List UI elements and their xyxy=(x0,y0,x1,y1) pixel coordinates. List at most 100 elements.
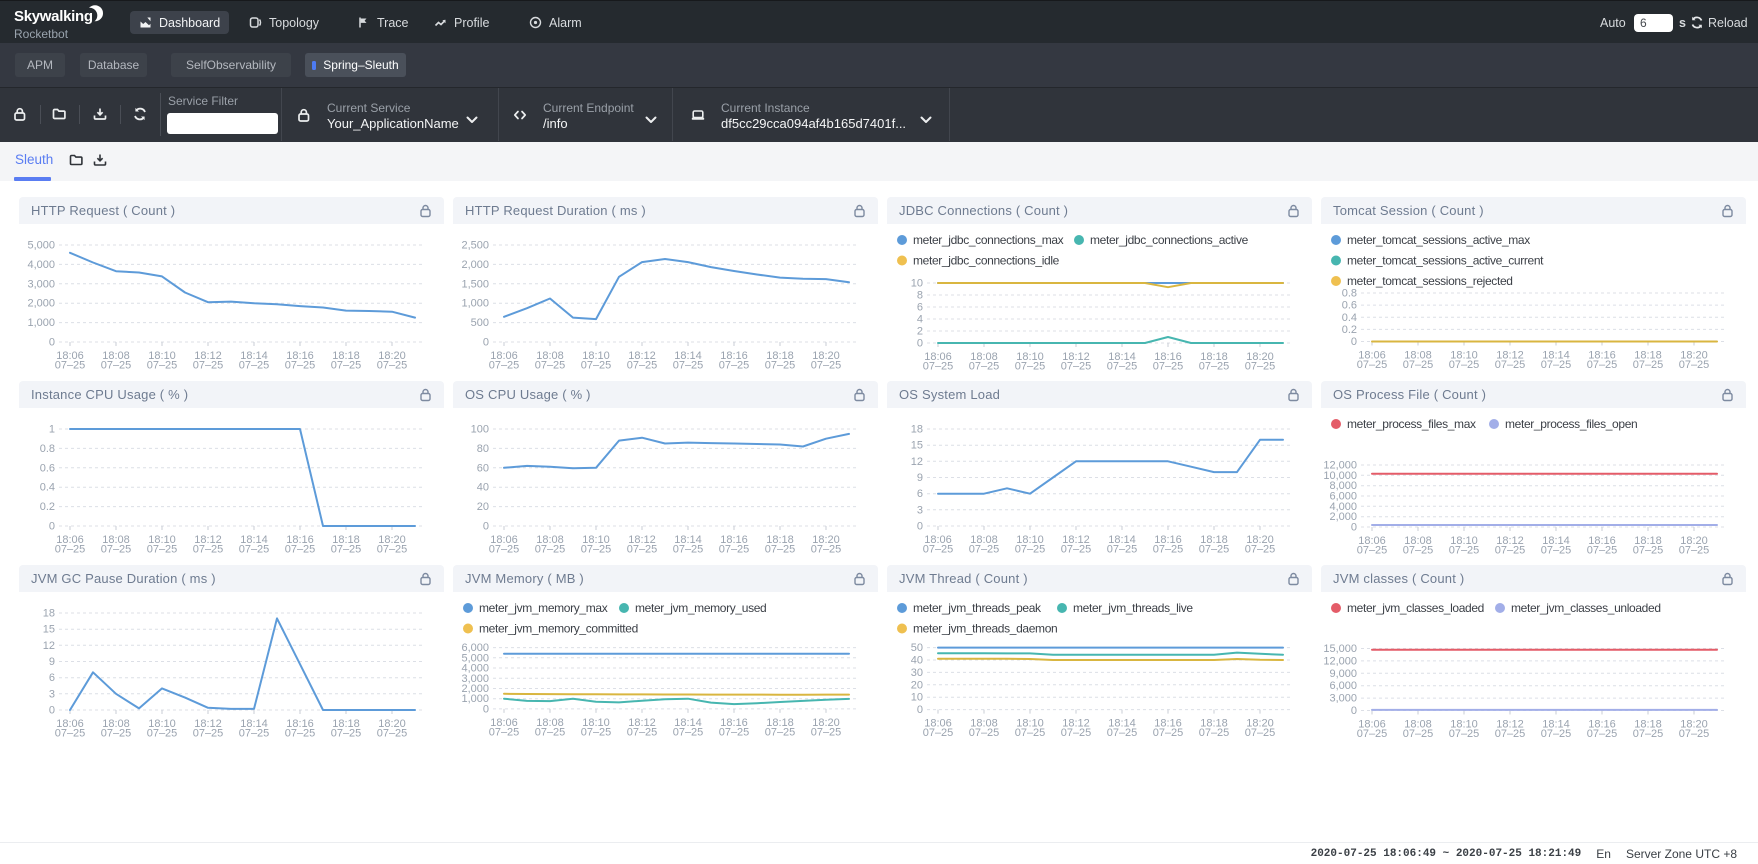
svg-text:0: 0 xyxy=(1351,336,1357,348)
svg-text:5,000: 5,000 xyxy=(27,240,55,252)
svg-text:18:1407–25: 18:1407–25 xyxy=(1107,351,1138,373)
svg-text:0.6: 0.6 xyxy=(1342,300,1357,312)
svg-text:8: 8 xyxy=(917,290,923,302)
svg-text:18:1007–25: 18:1007–25 xyxy=(581,534,612,556)
svg-text:18:1807–25: 18:1807–25 xyxy=(1199,534,1230,556)
svg-text:50: 50 xyxy=(911,642,923,654)
svg-text:18:0607–25: 18:0607–25 xyxy=(1357,535,1388,557)
svg-text:18:1207–25: 18:1207–25 xyxy=(627,534,658,556)
svg-text:0.4: 0.4 xyxy=(1342,312,1357,324)
svg-text:6: 6 xyxy=(49,672,55,684)
svg-text:18:1807–25: 18:1807–25 xyxy=(1199,718,1230,740)
svg-text:18:1207–25: 18:1207–25 xyxy=(193,718,224,740)
svg-text:meter_jvm_threads_live: meter_jvm_threads_live xyxy=(1073,601,1193,615)
svg-text:meter_jvm_threads_peak: meter_jvm_threads_peak xyxy=(913,601,1042,615)
svg-text:18:1207–25: 18:1207–25 xyxy=(627,717,658,739)
svg-text:18:0807–25: 18:0807–25 xyxy=(535,350,566,372)
svg-text:18:2007–25: 18:2007–25 xyxy=(811,717,842,739)
svg-text:18:1807–25: 18:1807–25 xyxy=(765,534,796,556)
svg-text:18:1807–25: 18:1807–25 xyxy=(331,350,362,372)
svg-text:18:0607–25: 18:0607–25 xyxy=(489,350,520,372)
svg-text:18:0607–25: 18:0607–25 xyxy=(489,534,520,556)
svg-text:18:0807–25: 18:0807–25 xyxy=(969,351,1000,373)
svg-text:18:0807–25: 18:0807–25 xyxy=(535,534,566,556)
svg-text:18:1407–25: 18:1407–25 xyxy=(239,350,270,372)
svg-text:0: 0 xyxy=(49,705,55,717)
svg-text:40: 40 xyxy=(911,655,923,667)
svg-text:1,000: 1,000 xyxy=(461,298,489,310)
svg-text:1,000: 1,000 xyxy=(27,317,55,329)
svg-text:18:1807–25: 18:1807–25 xyxy=(331,718,362,740)
svg-text:12,000: 12,000 xyxy=(1323,655,1357,667)
svg-text:18:1807–25: 18:1807–25 xyxy=(331,534,362,556)
svg-text:18:1007–25: 18:1007–25 xyxy=(1449,535,1480,557)
svg-text:18:0607–25: 18:0607–25 xyxy=(1357,719,1388,741)
svg-text:18:1007–25: 18:1007–25 xyxy=(1449,350,1480,372)
svg-text:18:1607–25: 18:1607–25 xyxy=(1153,718,1184,740)
svg-text:18:2007–25: 18:2007–25 xyxy=(1679,350,1710,372)
svg-text:0.8: 0.8 xyxy=(1342,288,1357,300)
svg-text:18:2007–25: 18:2007–25 xyxy=(1245,718,1276,740)
svg-text:18:1007–25: 18:1007–25 xyxy=(147,718,178,740)
svg-text:18:1007–25: 18:1007–25 xyxy=(147,534,178,556)
svg-text:18:0807–25: 18:0807–25 xyxy=(1403,350,1434,372)
svg-text:18:1207–25: 18:1207–25 xyxy=(1061,718,1092,740)
svg-text:15,000: 15,000 xyxy=(1323,643,1357,655)
svg-text:12: 12 xyxy=(43,640,55,652)
svg-text:18:1807–25: 18:1807–25 xyxy=(1633,535,1664,557)
svg-text:18:0807–25: 18:0807–25 xyxy=(101,534,132,556)
svg-text:meter_process_files_max: meter_process_files_max xyxy=(1347,417,1476,431)
svg-text:18:1007–25: 18:1007–25 xyxy=(1015,718,1046,740)
svg-text:18:1007–25: 18:1007–25 xyxy=(581,350,612,372)
svg-text:18:1007–25: 18:1007–25 xyxy=(1015,534,1046,556)
svg-text:18:2007–25: 18:2007–25 xyxy=(1679,719,1710,741)
svg-text:60: 60 xyxy=(477,462,489,474)
svg-text:100: 100 xyxy=(471,424,489,436)
svg-text:meter_jvm_threads_daemon: meter_jvm_threads_daemon xyxy=(913,622,1057,636)
svg-text:18:0807–25: 18:0807–25 xyxy=(1403,719,1434,741)
svg-text:18:2007–25: 18:2007–25 xyxy=(811,534,842,556)
svg-text:1,500: 1,500 xyxy=(461,278,489,290)
svg-text:18:1407–25: 18:1407–25 xyxy=(1107,718,1138,740)
svg-text:18:1007–25: 18:1007–25 xyxy=(1449,719,1480,741)
svg-text:18:0807–25: 18:0807–25 xyxy=(1403,535,1434,557)
svg-text:9: 9 xyxy=(917,472,923,484)
svg-text:18:1207–25: 18:1207–25 xyxy=(193,534,224,556)
svg-text:2,500: 2,500 xyxy=(461,240,489,252)
svg-text:18:0807–25: 18:0807–25 xyxy=(101,718,132,740)
svg-text:meter_tomcat_sessions_active_c: meter_tomcat_sessions_active_current xyxy=(1347,254,1544,268)
svg-text:18:1607–25: 18:1607–25 xyxy=(719,350,750,372)
svg-text:18:2007–25: 18:2007–25 xyxy=(1679,535,1710,557)
svg-text:18:1407–25: 18:1407–25 xyxy=(1541,535,1572,557)
svg-text:18:1207–25: 18:1207–25 xyxy=(627,350,658,372)
svg-text:3,000: 3,000 xyxy=(1329,693,1357,705)
svg-text:18:2007–25: 18:2007–25 xyxy=(377,350,408,372)
svg-text:meter_jvm_classes_loaded: meter_jvm_classes_loaded xyxy=(1347,601,1484,615)
svg-text:10: 10 xyxy=(911,278,923,290)
svg-text:18: 18 xyxy=(43,608,55,620)
svg-text:9: 9 xyxy=(49,656,55,668)
svg-text:18:1007–25: 18:1007–25 xyxy=(147,350,178,372)
svg-text:1: 1 xyxy=(49,424,55,436)
svg-text:18:2007–25: 18:2007–25 xyxy=(377,718,408,740)
svg-text:18:1607–25: 18:1607–25 xyxy=(1153,534,1184,556)
svg-text:18:1207–25: 18:1207–25 xyxy=(1061,351,1092,373)
svg-text:meter_jvm_memory_max: meter_jvm_memory_max xyxy=(479,601,608,615)
svg-text:0: 0 xyxy=(483,521,489,533)
svg-text:6: 6 xyxy=(917,302,923,314)
svg-text:0.6: 0.6 xyxy=(40,462,55,474)
svg-text:18:1007–25: 18:1007–25 xyxy=(1015,351,1046,373)
svg-text:18:1807–25: 18:1807–25 xyxy=(1633,719,1664,741)
svg-text:meter_jvm_memory_used: meter_jvm_memory_used xyxy=(635,601,766,615)
svg-text:18:1207–25: 18:1207–25 xyxy=(1495,350,1526,372)
svg-text:18:1607–25: 18:1607–25 xyxy=(285,534,316,556)
svg-text:18:2007–25: 18:2007–25 xyxy=(1245,534,1276,556)
svg-text:18:1607–25: 18:1607–25 xyxy=(1587,719,1618,741)
svg-text:18:0607–25: 18:0607–25 xyxy=(55,718,86,740)
svg-text:18:1407–25: 18:1407–25 xyxy=(1541,350,1572,372)
svg-text:18:0807–25: 18:0807–25 xyxy=(969,718,1000,740)
svg-text:3: 3 xyxy=(49,688,55,700)
svg-text:18:0807–25: 18:0807–25 xyxy=(101,350,132,372)
svg-text:18:1407–25: 18:1407–25 xyxy=(239,718,270,740)
svg-text:18:0607–25: 18:0607–25 xyxy=(923,351,954,373)
